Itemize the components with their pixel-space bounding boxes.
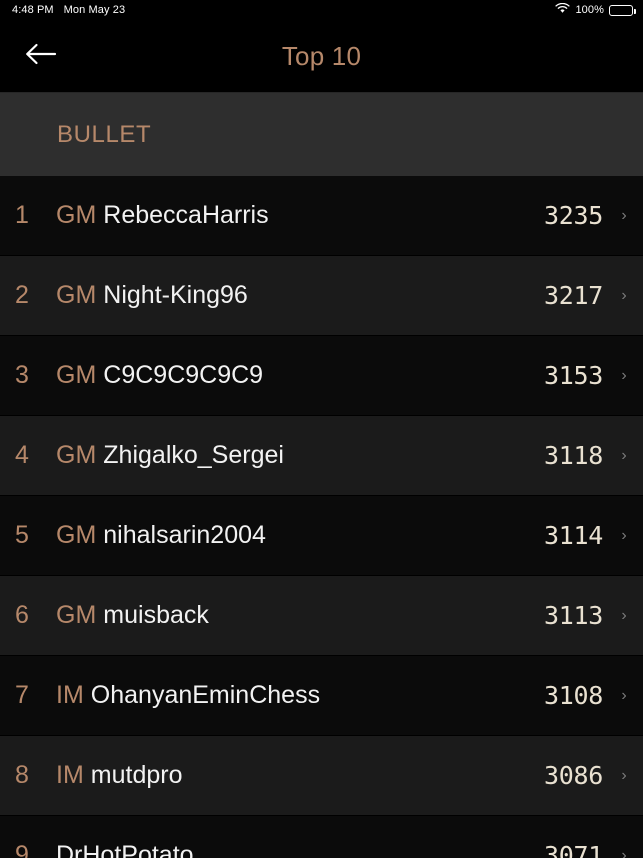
- rank-number: 1: [15, 201, 29, 229]
- player-name-block: GM Night-King96: [48, 281, 544, 310]
- table-row[interactable]: 7 IM OhanyanEminChess 3108 ›: [0, 656, 643, 736]
- player-username: muisback: [103, 601, 209, 629]
- status-date: Mon May 23: [63, 4, 126, 16]
- chevron-right-icon: ›: [621, 766, 627, 784]
- player-rating: 3113: [543, 601, 603, 630]
- back-arrow-icon: [24, 41, 58, 72]
- chevron-right-icon: ›: [621, 686, 627, 704]
- chevron-right-icon: ›: [621, 366, 627, 384]
- player-rating: 3217: [543, 281, 603, 310]
- rank-number: 5: [15, 521, 29, 549]
- rank-number: 2: [15, 281, 29, 309]
- player-title: GM: [56, 281, 97, 309]
- player-title: GM: [56, 441, 97, 469]
- player-name-block: GM RebeccaHarris: [48, 201, 544, 230]
- player-username: Zhigalko_Sergei: [103, 441, 284, 469]
- table-row[interactable]: 5 GM nihalsarin2004 3114 ›: [0, 496, 643, 576]
- player-name-block: IM OhanyanEminChess: [48, 681, 544, 710]
- wifi-icon: [555, 2, 571, 17]
- chevron-right-icon: ›: [621, 526, 627, 544]
- rank-number: 9: [15, 841, 29, 858]
- player-title: GM: [56, 361, 97, 389]
- table-row[interactable]: 4 GM Zhigalko_Sergei 3118 ›: [0, 416, 643, 496]
- chevron-right-icon: ›: [621, 286, 627, 304]
- player-rating: 3086: [543, 761, 603, 790]
- player-rating: 3071: [543, 841, 603, 858]
- player-name-block: GM nihalsarin2004: [48, 521, 544, 550]
- player-username: DrHotPotato: [56, 841, 194, 858]
- nav-bar: Top 10: [0, 20, 643, 92]
- back-button[interactable]: [18, 36, 64, 76]
- page-title: Top 10: [281, 40, 362, 71]
- status-bar-right: 100%: [555, 2, 636, 17]
- status-time: 4:48 PM: [12, 4, 54, 16]
- player-username: Night-King96: [103, 281, 248, 309]
- rank-number: 4: [15, 441, 29, 469]
- leaderboard-list[interactable]: 1 GM RebeccaHarris 3235 › 2 GM Night-Kin…: [0, 176, 643, 858]
- chevron-right-icon: ›: [621, 446, 627, 464]
- player-rating: 3114: [543, 521, 603, 550]
- player-rating: 3118: [543, 441, 603, 470]
- player-username: RebeccaHarris: [103, 201, 269, 229]
- player-title: GM: [56, 201, 97, 229]
- player-username: C9C9C9C9C9: [103, 361, 264, 389]
- player-rating: 3153: [543, 361, 603, 390]
- rank-number: 3: [15, 361, 29, 389]
- player-name-block: GM C9C9C9C9C9: [48, 361, 544, 390]
- status-bar-left: 4:48 PM Mon May 23: [12, 4, 125, 16]
- player-username: mutdpro: [90, 761, 183, 789]
- battery-full-icon: [609, 4, 636, 16]
- table-row[interactable]: 6 GM muisback 3113 ›: [0, 576, 643, 656]
- table-row[interactable]: 1 GM RebeccaHarris 3235 ›: [0, 176, 643, 256]
- player-username: nihalsarin2004: [103, 521, 266, 549]
- player-name-block: DrHotPotato: [48, 841, 544, 858]
- top-10-leaderboard-screen: 4:48 PM Mon May 23 100% Top 10 BULLET 1 …: [0, 0, 643, 858]
- rank-number: 7: [15, 681, 29, 709]
- rank-number: 8: [15, 761, 29, 789]
- status-bar: 4:48 PM Mon May 23 100%: [0, 0, 643, 20]
- table-row[interactable]: 3 GM C9C9C9C9C9 3153 ›: [0, 336, 643, 416]
- table-row[interactable]: 2 GM Night-King96 3217 ›: [0, 256, 643, 336]
- player-name-block: GM Zhigalko_Sergei: [48, 441, 544, 470]
- player-title: GM: [56, 521, 97, 549]
- player-title: IM: [56, 681, 84, 709]
- player-title: GM: [56, 601, 97, 629]
- player-name-block: GM muisback: [48, 601, 544, 630]
- rank-number: 6: [15, 601, 29, 629]
- table-row[interactable]: 8 IM mutdpro 3086 ›: [0, 736, 643, 816]
- player-rating: 3108: [543, 681, 603, 710]
- player-username: OhanyanEminChess: [90, 681, 321, 709]
- player-title: IM: [56, 761, 84, 789]
- section-header-bullet: BULLET: [0, 92, 643, 176]
- chevron-right-icon: ›: [621, 206, 627, 224]
- player-name-block: IM mutdpro: [48, 761, 544, 790]
- player-rating: 3235: [543, 201, 603, 230]
- chevron-right-icon: ›: [621, 846, 627, 858]
- section-header-label: BULLET: [57, 120, 152, 148]
- chevron-right-icon: ›: [621, 606, 627, 624]
- battery-percent-label: 100%: [575, 4, 604, 16]
- table-row[interactable]: 9 DrHotPotato 3071 ›: [0, 816, 643, 858]
